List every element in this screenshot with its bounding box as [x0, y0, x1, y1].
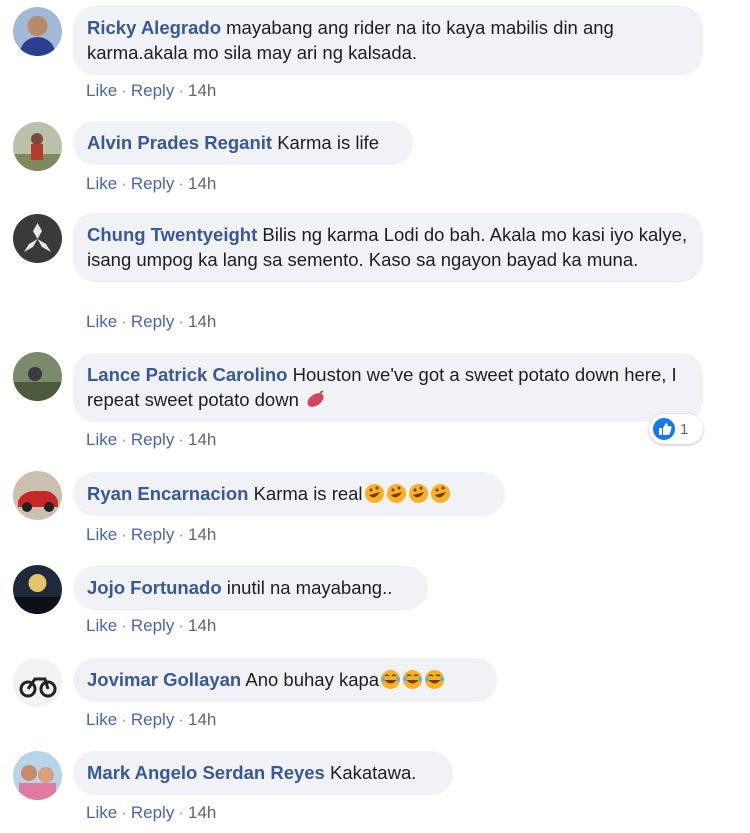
reply-link[interactable]: Reply — [131, 174, 174, 193]
comment-text: Ano buhay kapa — [245, 669, 380, 690]
avatar[interactable] — [13, 471, 62, 520]
like-icon — [653, 418, 675, 440]
separator: · — [178, 430, 184, 449]
reaction-count-value: 1 — [680, 420, 689, 438]
comment-author[interactable]: Jovimar Gollayan — [87, 669, 241, 690]
avatar[interactable] — [13, 751, 62, 800]
like-link[interactable]: Like — [86, 312, 117, 331]
avatar[interactable] — [13, 565, 62, 614]
like-link[interactable]: Like — [86, 81, 117, 100]
comment-author[interactable]: Ricky Alegrado — [87, 17, 221, 38]
comment-actions: Like · Reply · 14h — [86, 81, 216, 101]
separator: · — [178, 710, 184, 729]
reply-link[interactable]: Reply — [131, 525, 174, 544]
timestamp[interactable]: 14h — [188, 174, 216, 193]
comment-text: Karma is real — [253, 483, 363, 504]
separator: · — [178, 803, 184, 822]
reaction-count[interactable]: 1 — [649, 414, 703, 444]
comment-author[interactable]: Jojo Fortunado — [87, 577, 222, 598]
separator: · — [121, 312, 127, 331]
comment-bubble: Chung Twentyeight Bilis ng karma Lodi do… — [73, 213, 703, 282]
comment-actions: Like · Reply · 14h — [86, 430, 216, 450]
like-link[interactable]: Like — [86, 174, 117, 193]
avatar[interactable] — [13, 658, 62, 707]
like-link[interactable]: Like — [86, 616, 117, 635]
timestamp[interactable]: 14h — [188, 430, 216, 449]
tears-of-joy-emoji — [402, 669, 423, 690]
reply-link[interactable]: Reply — [131, 312, 174, 331]
timestamp[interactable]: 14h — [188, 803, 216, 822]
comment-author[interactable]: Lance Patrick Carolino — [87, 364, 287, 385]
timestamp[interactable]: 14h — [188, 525, 216, 544]
comment-author[interactable]: Chung Twentyeight — [87, 224, 257, 245]
reply-link[interactable]: Reply — [131, 710, 174, 729]
timestamp[interactable]: 14h — [188, 312, 216, 331]
comment-bubble: Ryan Encarnacion Karma is real — [73, 472, 505, 516]
separator: · — [121, 803, 127, 822]
comment-bubble: Ricky Alegrado mayabang ang rider na ito… — [73, 6, 703, 75]
comment-bubble: Jojo Fortunado inutil na mayabang.. — [73, 566, 428, 610]
like-link[interactable]: Like — [86, 430, 117, 449]
sweet-potato-icon — [305, 389, 326, 410]
comment-actions: Like · Reply · 14h — [86, 616, 216, 636]
timestamp[interactable]: 14h — [188, 81, 216, 100]
timestamp[interactable]: 14h — [188, 616, 216, 635]
comment-bubble: Lance Patrick Carolino Houston we've got… — [73, 353, 703, 422]
avatar[interactable] — [13, 7, 62, 56]
avatar[interactable] — [13, 214, 62, 263]
tears-of-joy-emoji — [380, 669, 401, 690]
avatar[interactable] — [13, 122, 62, 171]
comment-actions: Like · Reply · 14h — [86, 803, 216, 823]
separator: · — [121, 616, 127, 635]
comment-text: Karma is life — [277, 132, 379, 153]
separator: · — [121, 430, 127, 449]
separator: · — [121, 81, 127, 100]
comment-actions: Like · Reply · 14h — [86, 525, 216, 545]
comment-text: Kakatawa. — [330, 762, 417, 783]
like-link[interactable]: Like — [86, 803, 117, 822]
comment-actions: Like · Reply · 14h — [86, 174, 216, 194]
separator: · — [178, 81, 184, 100]
timestamp[interactable]: 14h — [188, 710, 216, 729]
comment-bubble: Mark Angelo Serdan Reyes Kakatawa. — [73, 751, 453, 795]
separator: · — [178, 174, 184, 193]
comment-bubble: Alvin Prades Reganit Karma is life — [73, 121, 413, 165]
separator: · — [178, 525, 184, 544]
comment-actions: Like · Reply · 14h — [86, 710, 216, 730]
separator: · — [121, 710, 127, 729]
rofl-emoji — [364, 483, 385, 504]
reply-link[interactable]: Reply — [131, 81, 174, 100]
reply-link[interactable]: Reply — [131, 430, 174, 449]
comment-text: inutil na mayabang.. — [226, 577, 393, 598]
reply-link[interactable]: Reply — [131, 803, 174, 822]
separator: · — [178, 616, 184, 635]
separator: · — [121, 525, 127, 544]
tears-of-joy-emoji — [424, 669, 445, 690]
reply-link[interactable]: Reply — [131, 616, 174, 635]
comment-bubble: Jovimar Gollayan Ano buhay kapa — [73, 658, 497, 702]
like-link[interactable]: Like — [86, 525, 117, 544]
avatar[interactable] — [13, 352, 62, 401]
rofl-emoji — [386, 483, 407, 504]
rofl-emoji — [430, 483, 451, 504]
rofl-emoji — [408, 483, 429, 504]
separator: · — [121, 174, 127, 193]
comment-author[interactable]: Ryan Encarnacion — [87, 483, 248, 504]
like-link[interactable]: Like — [86, 710, 117, 729]
comment-author[interactable]: Alvin Prades Reganit — [87, 132, 272, 153]
comment-author[interactable]: Mark Angelo Serdan Reyes — [87, 762, 325, 783]
separator: · — [178, 312, 184, 331]
comment-actions: Like · Reply · 14h — [86, 312, 216, 332]
